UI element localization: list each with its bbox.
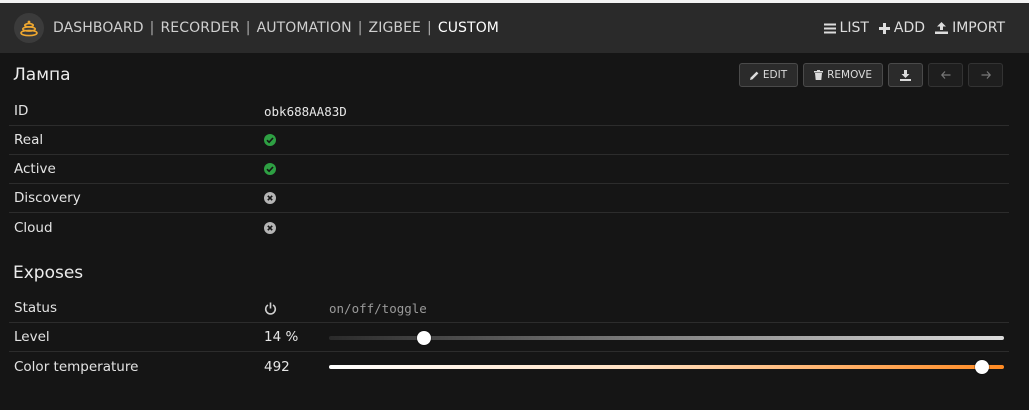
- next-button[interactable]: [968, 63, 1003, 87]
- nav-separator: |: [357, 20, 363, 36]
- nav-separator: |: [149, 20, 155, 36]
- previous-button[interactable]: [928, 63, 963, 87]
- device-page: Лампа EDIT REMOVE ID obk688AA83D Real Ac…: [0, 53, 1029, 410]
- check-circle-icon: [264, 163, 276, 175]
- prop-label: Real: [14, 132, 44, 148]
- expose-row-status: Status on/off/toggle: [9, 294, 1009, 323]
- logo-icon: [20, 20, 38, 37]
- download-button[interactable]: [888, 63, 923, 87]
- level-slider[interactable]: [329, 331, 1004, 345]
- list-icon: [823, 23, 836, 33]
- expose-row-level: Level 14 %: [9, 323, 1009, 352]
- prop-row-real: Real: [9, 126, 1009, 155]
- level-value: 14 %: [264, 329, 299, 345]
- plus-icon: [878, 22, 890, 34]
- prop-label: ID: [14, 103, 29, 119]
- add-link[interactable]: ADD: [878, 20, 926, 36]
- import-label: IMPORT: [952, 20, 1005, 36]
- expose-row-color-temperature: Color temperature 492: [9, 352, 1009, 381]
- exposes-heading: Exposes: [13, 263, 84, 283]
- import-link[interactable]: IMPORT: [935, 20, 1005, 36]
- top-navbar: DASHBOARD | RECORDER | AUTOMATION | ZIGB…: [0, 3, 1029, 53]
- nav-recorder[interactable]: RECORDER: [160, 20, 239, 36]
- prop-row-discovery: Discovery: [9, 184, 1009, 213]
- prop-label: Discovery: [14, 190, 81, 206]
- nav-automation[interactable]: AUTOMATION: [257, 20, 352, 36]
- x-circle-icon: [264, 221, 276, 234]
- trash-icon: [814, 70, 824, 80]
- x-circle-icon: [264, 192, 276, 204]
- expose-label: Color temperature: [14, 358, 139, 375]
- check-circle-icon: [264, 134, 276, 146]
- nav-dashboard[interactable]: DASHBOARD: [53, 20, 144, 36]
- device-title: Лампа: [13, 65, 71, 85]
- right-nav: LIST ADD IMPORT: [814, 3, 1005, 53]
- prop-row-id: ID obk688AA83D: [9, 97, 1009, 126]
- nav-custom[interactable]: CUSTOM: [438, 20, 499, 36]
- arrow-left-icon: [940, 71, 950, 79]
- pencil-icon: [749, 71, 759, 80]
- nav-separator: |: [427, 20, 432, 36]
- arrow-right-icon: [981, 71, 991, 79]
- prop-row-active: Active: [9, 155, 1009, 184]
- prop-label: Active: [14, 161, 56, 177]
- remove-label: REMOVE: [827, 69, 872, 81]
- nav-separator: |: [245, 20, 251, 36]
- prop-row-cloud: Cloud: [9, 213, 1009, 242]
- device-id-value: obk688AA83D: [264, 103, 347, 119]
- main-nav: DASHBOARD | RECORDER | AUTOMATION | ZIGB…: [53, 3, 499, 53]
- nav-zigbee[interactable]: ZIGBEE: [369, 20, 421, 36]
- download-icon: [900, 69, 911, 81]
- color-temperature-value: 492: [264, 358, 290, 375]
- expose-label: Status: [14, 300, 58, 316]
- remove-button[interactable]: REMOVE: [803, 63, 883, 87]
- app-logo[interactable]: [14, 13, 44, 43]
- add-label: ADD: [893, 20, 926, 36]
- upload-icon: [935, 22, 949, 34]
- power-icon[interactable]: [264, 302, 277, 315]
- device-toolbar: EDIT REMOVE: [738, 63, 1003, 87]
- edit-button[interactable]: EDIT: [738, 63, 799, 87]
- prop-label: Cloud: [14, 219, 53, 236]
- color-temperature-slider[interactable]: [329, 360, 1004, 374]
- color-temperature-slider-thumb[interactable]: [975, 360, 990, 374]
- edit-label: EDIT: [762, 69, 788, 81]
- level-slider-thumb[interactable]: [416, 331, 431, 345]
- status-command-input[interactable]: on/off/toggle: [329, 301, 427, 316]
- list-label: LIST: [839, 20, 869, 36]
- expose-label: Level: [14, 329, 50, 345]
- list-link[interactable]: LIST: [823, 20, 869, 36]
